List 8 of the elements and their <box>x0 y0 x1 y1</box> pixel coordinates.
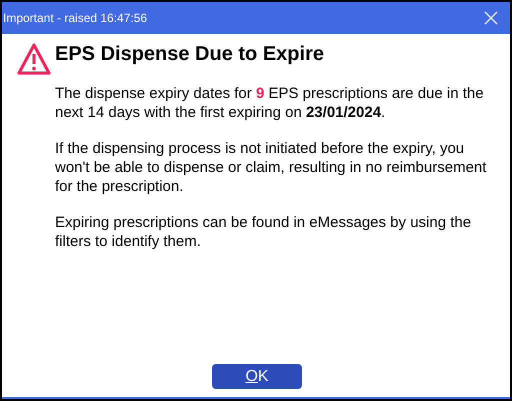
window-title: Important - raised 16:47:56 <box>3 10 148 27</box>
message-paragraph: Expiring prescriptions can be found in eMessages by using the filters to identify them. <box>55 213 472 251</box>
dialog-heading: EPS Dispense Due to Expire <box>55 42 325 66</box>
message-paragraph: If the dispensing process is not initiated before the expiry, you won't be able to dispense or claim, resulting in no reimbursement for the prescription. <box>55 139 488 196</box>
ok-button[interactable]: OK <box>212 364 302 389</box>
warning-icon <box>17 43 51 75</box>
message-paragraph: The dispense expiry dates for 9 EPS prescriptions are due in the next 14 days with the first expiring on 23/01/2024. <box>55 84 485 122</box>
close-icon[interactable] <box>484 11 498 25</box>
